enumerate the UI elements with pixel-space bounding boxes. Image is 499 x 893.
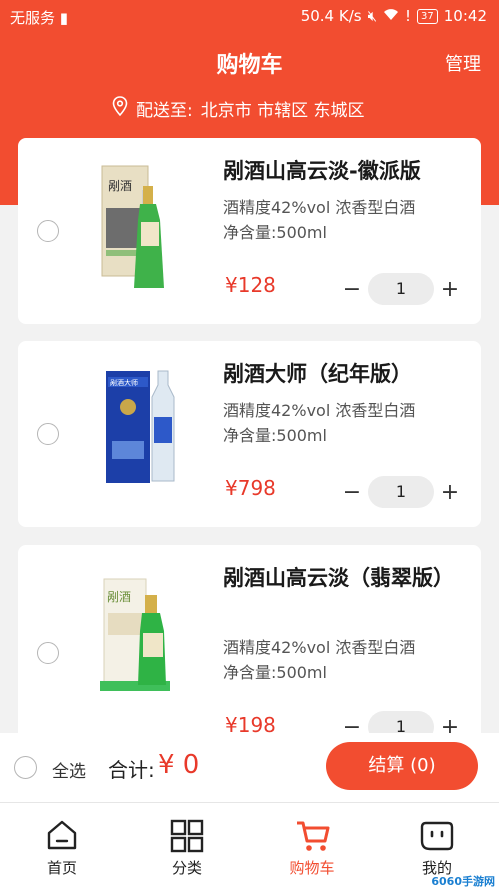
quantity-stepper: − 1 +	[342, 273, 460, 305]
svg-text:剐酒: 剐酒	[108, 179, 132, 193]
manage-button[interactable]: 管理	[445, 50, 481, 76]
product-image: 剐酒大师	[106, 370, 175, 483]
checkout-bar: 全选 合计: ¥ 0 结算 (0)	[0, 733, 499, 802]
svg-text:剐酒: 剐酒	[107, 590, 131, 604]
cart-icon	[297, 821, 330, 851]
wifi-icon	[383, 7, 399, 25]
quantity-value[interactable]: 1	[368, 273, 434, 305]
status-bar: 无服务 ▮ 50.4 K/s 🔇︎ ! 37 10:42	[0, 0, 499, 34]
quantity-stepper: − 1 +	[342, 476, 460, 508]
battery-icon: 37	[417, 8, 438, 24]
decrease-button[interactable]: −	[342, 277, 362, 302]
decrease-button[interactable]: −	[342, 480, 362, 505]
alert-icon: !	[405, 7, 412, 25]
total-label: 合计:	[108, 758, 155, 782]
quantity-value[interactable]: 1	[368, 476, 434, 508]
address-prefix: 配送至:	[136, 101, 193, 121]
tab-home[interactable]: 首页	[12, 803, 112, 893]
tab-category-label: 分类	[171, 859, 202, 877]
select-all-radio[interactable]	[14, 756, 37, 779]
product-spec-volume: 净含量:500ml	[223, 223, 327, 242]
profile-icon	[420, 821, 454, 851]
location-pin-icon	[112, 96, 128, 121]
tab-cart-label: 购物车	[289, 859, 335, 877]
delivery-address[interactable]: 配送至: 北京市 市辖区 东城区	[112, 96, 365, 121]
product-price: ¥798	[225, 476, 276, 500]
product-image: 剐酒	[100, 578, 170, 691]
status-right: 50.4 K/s 🔇︎ ! 37 10:42	[301, 7, 487, 25]
cart-item[interactable]: 剐酒 剐酒山高云淡-徽派版 酒精度42%vol 浓香型白酒 净含量:500ml …	[18, 138, 481, 324]
tab-category[interactable]: 分类	[137, 803, 237, 893]
checkout-button[interactable]: 结算 (0)	[326, 742, 478, 790]
product-spec-alcohol: 酒精度42%vol 浓香型白酒	[223, 401, 416, 420]
product-spec-alcohol: 酒精度42%vol 浓香型白酒	[223, 198, 416, 217]
clock: 10:42	[443, 7, 487, 25]
increase-button[interactable]: +	[440, 480, 460, 505]
total-value: ¥ 0	[158, 750, 200, 780]
select-all-label[interactable]: 全选	[52, 757, 86, 782]
product-name[interactable]: 剐酒大师（纪年版）	[223, 358, 468, 390]
item-select-radio[interactable]	[37, 220, 59, 242]
product-spec-volume: 净含量:500ml	[223, 663, 327, 682]
network-speed: 50.4 K/s	[300, 7, 362, 25]
cart-item[interactable]: 剐酒 剐酒山高云淡（翡翠版） 酒精度42%vol 浓香型白酒 净含量:500ml…	[18, 545, 481, 745]
page-title: 购物车	[216, 53, 283, 78]
bottom-tab-bar: 首页 分类 购物车 我的 6060手游网	[0, 802, 499, 893]
product-spec-alcohol: 酒精度42%vol 浓香型白酒	[223, 638, 416, 657]
item-select-radio[interactable]	[37, 423, 59, 445]
item-select-radio[interactable]	[37, 642, 59, 664]
home-icon	[47, 820, 77, 850]
tab-cart[interactable]: 购物车	[262, 803, 362, 893]
product-image: 剐酒	[101, 165, 164, 288]
product-price: ¥128	[225, 273, 276, 297]
increase-button[interactable]: +	[440, 277, 460, 302]
address-text: 北京市 市辖区 东城区	[200, 101, 365, 121]
product-spec-volume: 净含量:500ml	[223, 426, 327, 445]
carrier-status: 无服务 ▮	[10, 9, 69, 27]
svg-text:剐酒大师: 剐酒大师	[110, 378, 138, 387]
product-name[interactable]: 剐酒山高云淡-徽派版	[223, 155, 468, 187]
watermark: 6060手游网	[431, 875, 495, 888]
sim-icon: ▮	[59, 9, 69, 27]
grid-icon	[170, 819, 204, 853]
mute-icon: 🔇︎	[367, 7, 378, 25]
product-name[interactable]: 剐酒山高云淡（翡翠版）	[223, 562, 468, 594]
tab-home-label: 首页	[46, 859, 77, 877]
cart-item[interactable]: 剐酒大师 剐酒大师（纪年版） 酒精度42%vol 浓香型白酒 净含量:500ml…	[18, 341, 481, 527]
